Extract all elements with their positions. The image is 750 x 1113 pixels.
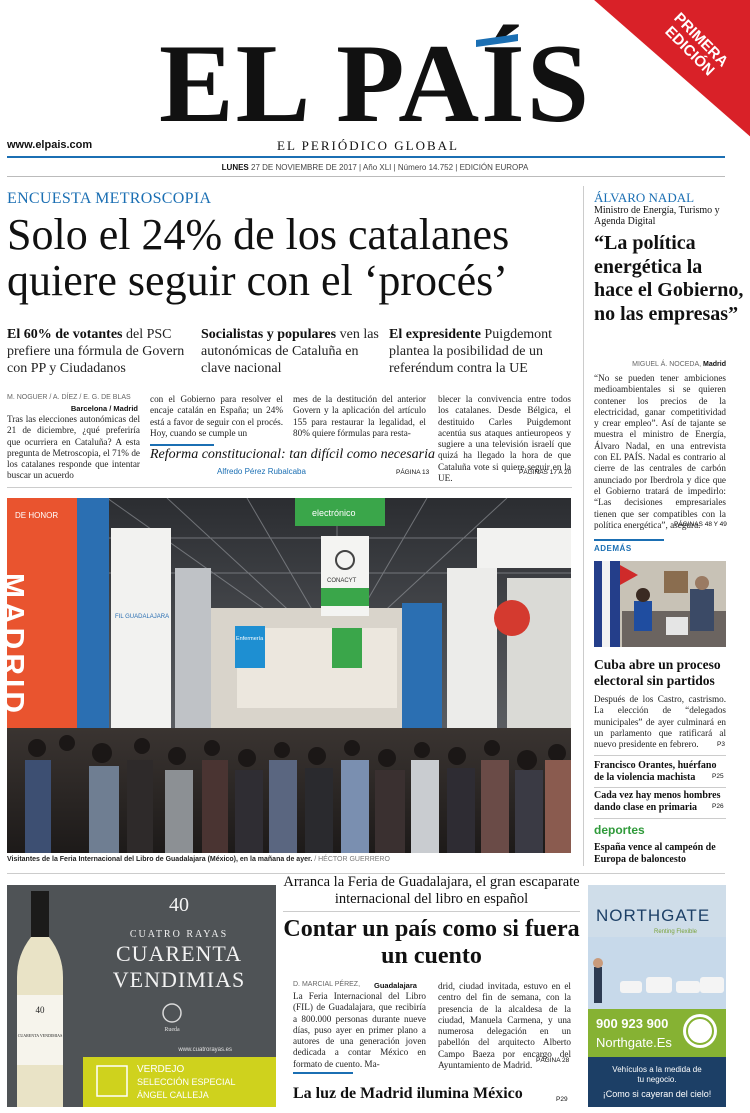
- sign-conacyt: CONACYT: [327, 578, 357, 584]
- wine-seleccion: SELECCIÓN ESPECIAL: [137, 1077, 236, 1087]
- brief-headline-primaria[interactable]: Cada vez hay menos hombres dando clase e…: [594, 790, 726, 814]
- brief-primaria-page-ref[interactable]: P26: [712, 803, 724, 810]
- newspaper-logo[interactable]: EL PAÍS: [0, 28, 750, 140]
- interview-quote-headline[interactable]: “La política energética la hace el Gobie…: [594, 232, 744, 326]
- northgate-advertisement[interactable]: NORTHGATE Renting Flexible 900 923 900 N…: [588, 885, 726, 1107]
- interview-byline-author: MIGUEL Á. NOCEDA,: [632, 361, 702, 368]
- lead-page-ref[interactable]: PÁGINAS 17 A 20: [519, 469, 571, 476]
- photo-credit: / HÉCTOR GUERRERO: [314, 856, 390, 863]
- dateline: LUNES 27 DE NOVIEMBRE DE 2017 | Año XLI …: [0, 163, 750, 172]
- guadalajara-body-col-1: La Feria Internacional del Libro (FIL) d…: [293, 991, 426, 1069]
- cuba-page-ref[interactable]: P3: [717, 741, 725, 748]
- bottle-number: 40: [36, 1005, 46, 1015]
- lead-body-col-3: mes de la destitución del anterior Gover…: [293, 394, 426, 438]
- opinion-page-ref[interactable]: PÁGINA 13: [396, 469, 429, 476]
- photo-caption: Visitantes de la Feria Internacional del…: [7, 856, 390, 863]
- photo-caption-text: Visitantes de la Feria Internacional del…: [7, 856, 313, 863]
- interview-page-ref[interactable]: PÁGINAS 48 Y 49: [674, 521, 727, 528]
- deportes-section-label[interactable]: deportes: [594, 823, 645, 837]
- website-link[interactable]: www.elpais.com: [7, 139, 92, 151]
- sign-madrid: MADRID: [7, 573, 30, 717]
- northgate-line-2: ¡Como si cayeran del cielo!: [603, 1089, 712, 1099]
- opinion-rule: [150, 444, 214, 446]
- guadalajara-rule: [283, 911, 580, 912]
- lead-kicker: ENCUESTA METROSCOPIA: [7, 190, 212, 207]
- sign-enfermeria: Enfermería: [236, 636, 264, 642]
- tagline: EL PERIÓDICO GLOBAL: [277, 138, 459, 153]
- wine-calleja: ÁNGEL CALLEJA: [137, 1090, 209, 1100]
- book-fair-scene: DE HONOR MADRID FIL GUADALAJARA electrón…: [7, 498, 571, 853]
- interview-name: ÁLVARO NADAL: [594, 190, 695, 205]
- deportes-headline[interactable]: España vence al campeón de Europa de bal…: [594, 842, 728, 866]
- interview-role: Ministro de Energía, Turismo y Agenda Di…: [594, 205, 720, 227]
- masthead-rule: [7, 156, 725, 158]
- lead-headline[interactable]: Solo el 24% de los catalanes quiere segu…: [7, 212, 582, 304]
- lead-body-col-2: con el Gobierno para resolver el encaje …: [150, 394, 283, 438]
- guadalajara-intro: Arranca la Feria de Guadalajara, el gran…: [283, 874, 580, 907]
- madrid-rule: [293, 1072, 353, 1074]
- wine-title-2: VENDIMIAS: [113, 967, 245, 992]
- guadalajara-place: Guadalajara: [374, 981, 417, 990]
- section-rule: [7, 487, 572, 488]
- guadalajara-page-ref[interactable]: PÁGINA 28: [536, 1057, 569, 1064]
- lead-subhead-3: El expresidente Puigdemont plantea la po…: [389, 326, 577, 377]
- book-fair-photo[interactable]: DE HONOR MADRID FIL GUADALAJARA electrón…: [7, 498, 571, 853]
- guadalajara-headline[interactable]: Contar un país como si fuera un cuento: [283, 916, 580, 970]
- cuba-voting-scene: [594, 561, 726, 647]
- wine-title-1: CUARENTA: [116, 941, 242, 966]
- wine-advertisement[interactable]: 40 CUARENTA VENDIMIAS 40 CUATRO RAYAS CU…: [7, 885, 276, 1107]
- brief-divider: [594, 787, 726, 788]
- lead-byline: M. NOGUER / A. DÍEZ / E. G. DE BLAS: [7, 394, 131, 401]
- interview-body: “No se pueden tener ambiciones medioambi…: [594, 373, 726, 530]
- northgate-ad-artwork: NORTHGATE Renting Flexible 900 923 900 N…: [588, 885, 726, 1107]
- interview-byline-place: Madrid: [703, 361, 726, 368]
- northgate-web: Northgate.Es: [596, 1035, 672, 1050]
- column-divider: [583, 186, 584, 866]
- ademas-rule: [594, 539, 664, 541]
- cuba-photo[interactable]: [594, 561, 726, 647]
- subhead-2-lead: Socialistas y populares: [201, 327, 337, 342]
- dateline-rule: [7, 176, 725, 177]
- wine-verdejo: VERDEJO: [137, 1064, 184, 1075]
- cuba-body: Después de los Castro, castrismo. La ele…: [594, 694, 726, 750]
- brief-divider: [594, 755, 726, 756]
- lead-subhead-2: Socialistas y populares ven las autonómi…: [201, 326, 385, 377]
- interview-byline: MIGUEL Á. NOCEDA, Madrid: [622, 361, 726, 368]
- northgate-sub: Renting Flexible: [654, 929, 698, 935]
- subhead-3-lead: El expresidente: [389, 327, 481, 342]
- wine-number: 40: [169, 894, 189, 916]
- opinion-headline[interactable]: Reforma constitucional: tan difícil como…: [150, 447, 435, 463]
- sign-fil: FIL GUADALAJARA: [115, 614, 169, 620]
- wine-brand: CUATRO RAYAS: [130, 929, 228, 940]
- lead-body-col-1: Tras las elecciones autonómicas del 21 d…: [7, 414, 140, 481]
- lead-place: Barcelona / Madrid: [70, 404, 138, 413]
- sign-de-honor: DE HONOR: [15, 511, 58, 520]
- brief-orantes-page-ref[interactable]: P25: [712, 773, 724, 780]
- subhead-1-lead: El 60% de votantes: [7, 327, 123, 342]
- dateline-details: 27 DE NOVIEMBRE DE 2017 | Año XLI | Núme…: [251, 163, 529, 172]
- opinion-author: Alfredo Pérez Rubalcaba: [217, 467, 306, 476]
- cuba-headline[interactable]: Cuba abre un proceso electoral sin parti…: [594, 657, 734, 689]
- wine-rueda: Rueda: [164, 1027, 180, 1033]
- wine-ad-artwork: 40 CUARENTA VENDIMIAS 40 CUATRO RAYAS CU…: [7, 885, 276, 1107]
- brief-divider: [594, 818, 726, 819]
- madrid-headline[interactable]: La luz de Madrid ilumina México: [293, 1085, 523, 1103]
- bottle-label: CUARENTA VENDIMIAS: [18, 1033, 63, 1038]
- click-cursor-icon: [683, 1014, 717, 1048]
- ademas-label: ADEMÁS: [594, 544, 632, 553]
- northgate-brand: NORTHGATE: [596, 906, 710, 925]
- wine-url: www.cuatrorayas.es: [177, 1047, 232, 1053]
- brief-headline-orantes[interactable]: Francisco Orantes, huérfano de la violen…: [594, 760, 726, 784]
- madrid-page-ref[interactable]: P29: [556, 1096, 568, 1103]
- sign-electronico: electrónico: [312, 508, 356, 518]
- northgate-phone: 900 923 900: [596, 1016, 668, 1031]
- lead-subhead-1: El 60% de votantes del PSC prefiere una …: [7, 326, 197, 377]
- dateline-day: LUNES: [221, 163, 249, 172]
